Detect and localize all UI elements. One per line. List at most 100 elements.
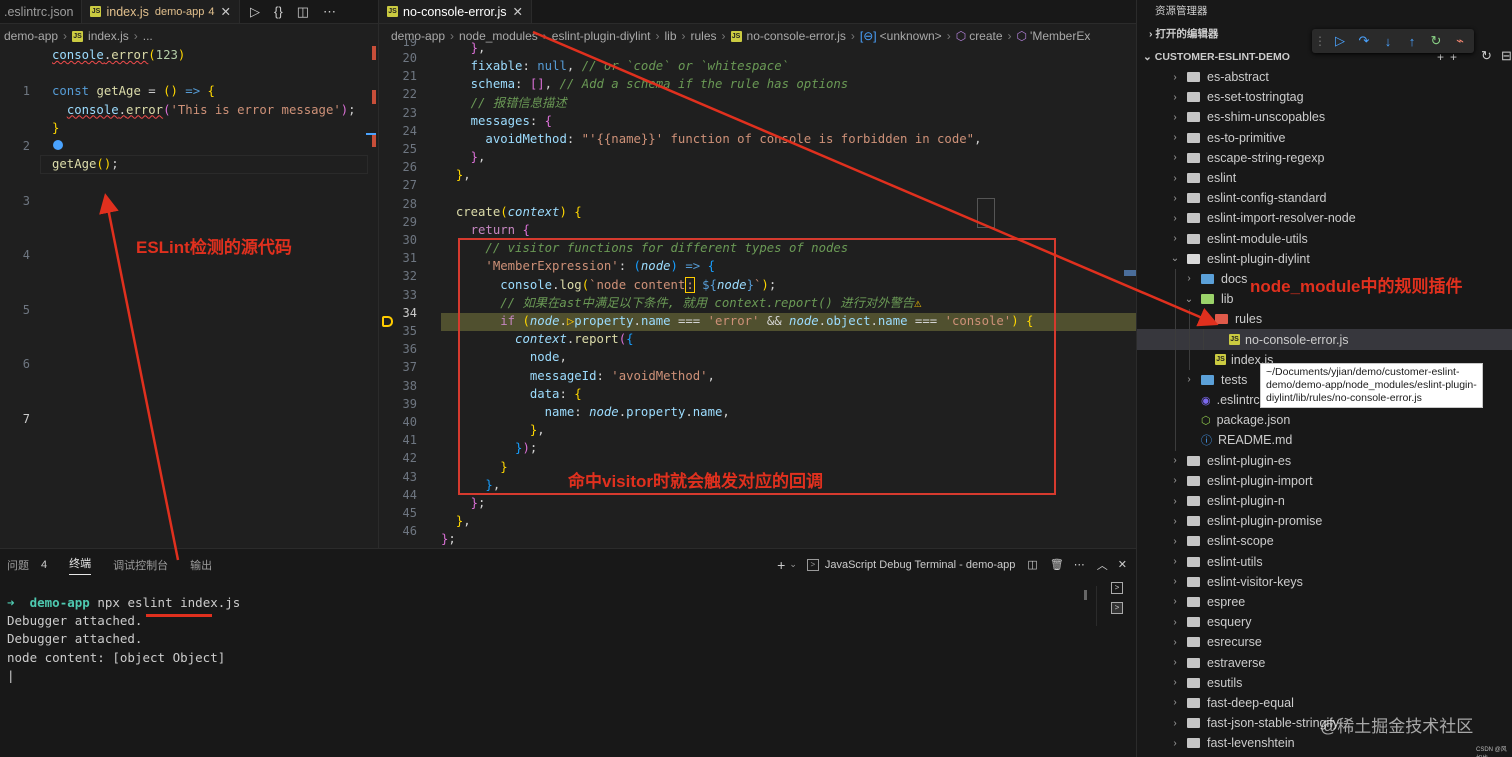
chevron-right-icon: › xyxy=(1173,737,1177,749)
lightbulb-icon[interactable] xyxy=(53,140,63,150)
close-icon[interactable]: ✕ xyxy=(513,4,523,19)
terminal-icon[interactable]: > xyxy=(1111,602,1123,614)
tree-item-label: eslint xyxy=(1207,171,1237,186)
close-icon[interactable]: ✕ xyxy=(221,4,231,19)
folder-open-icon xyxy=(1187,253,1200,264)
step-out-icon[interactable]: ↑ xyxy=(1400,34,1424,49)
continue-icon[interactable]: ▷ xyxy=(1328,33,1352,49)
folder-icon xyxy=(1187,152,1200,163)
chevron-up-icon[interactable]: ︿ xyxy=(1097,557,1108,573)
folder-icon xyxy=(1187,213,1200,224)
folder-icon xyxy=(1187,617,1200,628)
tree-item[interactable]: › eslint-plugin-promise xyxy=(1137,511,1512,531)
step-into-icon[interactable]: ↓ xyxy=(1376,34,1400,49)
terminal-name[interactable]: JavaScript Debug Terminal - demo-app xyxy=(825,559,1016,571)
restart-icon[interactable]: ↻ xyxy=(1424,33,1448,49)
tree-item-label: fast-deep-equal xyxy=(1207,695,1294,710)
chevron-right-icon: › xyxy=(1173,657,1177,669)
tree-item[interactable]: ⓘ README.md xyxy=(1137,430,1512,451)
step-over-icon[interactable]: ↷ xyxy=(1352,33,1376,49)
tab-debug-console[interactable]: 调试控制台 xyxy=(113,557,168,573)
tree-item[interactable]: ⬡ package.json xyxy=(1137,410,1512,431)
tree-item-label: README.md xyxy=(1218,433,1293,448)
tree-item[interactable]: › eslint-utils xyxy=(1137,552,1512,572)
folder-icon xyxy=(1187,637,1200,648)
tree-item[interactable]: › eslint-module-utils xyxy=(1137,229,1512,249)
tree-item[interactable]: › fast-deep-equal xyxy=(1137,693,1512,713)
terminal-scrollbar[interactable] xyxy=(1084,590,1087,600)
terminal-output[interactable]: ➜ demo-app npx eslint index.js Debugger a… xyxy=(7,594,240,685)
tree-item[interactable]: › eslint-plugin-n xyxy=(1137,491,1512,511)
line-number: 42 xyxy=(402,451,417,466)
tree-item[interactable]: ⌄ eslint-plugin-diylint xyxy=(1137,249,1512,269)
refresh-icon[interactable]: ↻ xyxy=(1481,48,1492,64)
folder-icon xyxy=(1187,92,1200,103)
tree-item[interactable]: › esutils xyxy=(1137,673,1512,693)
more-actions-icon[interactable]: ⋯ xyxy=(323,4,336,20)
tree-item[interactable]: ⌄ rules xyxy=(1137,309,1512,330)
tree-item[interactable]: › eslint-config-standard xyxy=(1137,188,1512,208)
chevron-down-icon[interactable]: ⌄ xyxy=(789,559,797,570)
annotation-plugin: node_module中的规则插件 xyxy=(1250,277,1463,296)
tab-label: index.js xyxy=(106,4,149,19)
new-terminal-icon[interactable]: + xyxy=(777,557,785,573)
disconnect-icon[interactable]: ⌁ xyxy=(1448,33,1472,49)
tree-item[interactable]: › esrecurse xyxy=(1137,632,1512,652)
tree-item[interactable]: › es-to-primitive xyxy=(1137,128,1512,148)
drag-handle-icon[interactable]: ⋮ xyxy=(1314,34,1328,48)
breadcrumb-item[interactable]: ... xyxy=(143,29,153,43)
tree-item[interactable]: › eslint-plugin-es xyxy=(1137,451,1512,471)
tree-item-label: eslint-plugin-n xyxy=(1207,494,1285,509)
breadcrumb-item[interactable]: index.js xyxy=(88,29,129,43)
braces-icon[interactable]: {} xyxy=(274,4,283,20)
trash-icon[interactable]: 🗑 xyxy=(1050,558,1064,571)
tab-terminal[interactable]: 终端 xyxy=(69,555,92,575)
line-number: 41 xyxy=(402,433,417,448)
tree-item[interactable]: › espree xyxy=(1137,592,1512,612)
chevron-right-icon: › xyxy=(1173,192,1177,204)
problems-count-badge: 4 xyxy=(41,558,48,571)
tree-item[interactable]: › es-set-tostringtag xyxy=(1137,87,1512,107)
line-number: 24 xyxy=(402,123,417,138)
run-icon[interactable]: ▷ xyxy=(250,4,260,20)
collapse-all-icon[interactable]: ⊟ xyxy=(1501,48,1512,64)
tree-item[interactable]: › eslint-scope xyxy=(1137,531,1512,551)
split-terminal-icon[interactable]: ◫ xyxy=(1027,558,1037,571)
right-tab-bar: JS no-console-error.js ✕ xyxy=(379,0,1136,24)
tree-item-label: esutils xyxy=(1207,675,1243,690)
tree-item[interactable]: › eslint-plugin-import xyxy=(1137,471,1512,491)
tab-output[interactable]: 输出 xyxy=(190,557,212,573)
chevron-down-icon: ⌄ xyxy=(1170,253,1180,265)
more-actions-icon[interactable]: ⋯ xyxy=(1074,558,1085,571)
tree-item[interactable]: › esquery xyxy=(1137,612,1512,632)
terminal-line: Debugger attached. xyxy=(7,631,143,647)
split-editor-icon[interactable]: ◫ xyxy=(297,4,309,20)
terminal-icon[interactable]: > xyxy=(1111,582,1123,594)
section-label: 打开的编辑器 xyxy=(1155,28,1219,40)
close-panel-icon[interactable]: ✕ xyxy=(1118,558,1127,571)
folder-open-icon xyxy=(1215,314,1228,325)
section-label: CUSTOMER-ESLINT-DEMO xyxy=(1154,51,1290,63)
source-code[interactable]: console.error(123) const getAge = () => … xyxy=(52,46,356,173)
tree-item[interactable]: › eslint xyxy=(1137,168,1512,188)
line-number: 44 xyxy=(402,487,417,502)
tree-item[interactable]: JS no-console-error.js xyxy=(1137,329,1512,350)
tree-item[interactable]: › es-shim-unscopables xyxy=(1137,107,1512,127)
tab-index-js[interactable]: JS index.js demo-app 4 ✕ xyxy=(82,0,241,23)
tree-item[interactable]: › escape-string-regexp xyxy=(1137,148,1512,168)
tree-item[interactable]: › estraverse xyxy=(1137,652,1512,672)
bottom-panel: 问题 4 终端 调试控制台 输出 + ⌄ > JavaScript Debug … xyxy=(0,548,1136,757)
tree-item[interactable]: › eslint-visitor-keys xyxy=(1137,572,1512,592)
tree-item[interactable]: › eslint-import-resolver-node xyxy=(1137,208,1512,228)
tab-no-console-error[interactable]: JS no-console-error.js ✕ xyxy=(379,0,532,23)
terminal-icon: > xyxy=(806,558,819,571)
json-file-icon: ⬡ xyxy=(1201,414,1211,427)
tab-problems[interactable]: 问题 xyxy=(7,557,29,573)
tree-item-label: estraverse xyxy=(1207,655,1266,670)
chevron-right-icon: › xyxy=(1173,515,1177,527)
folder-icon xyxy=(1187,576,1200,587)
folder-icon xyxy=(1187,112,1200,123)
breadcrumb-item[interactable]: demo-app xyxy=(4,29,58,43)
tree-item[interactable]: › es-abstract xyxy=(1137,67,1512,87)
tab-eslintrc[interactable]: .eslintrc.json xyxy=(0,0,83,23)
